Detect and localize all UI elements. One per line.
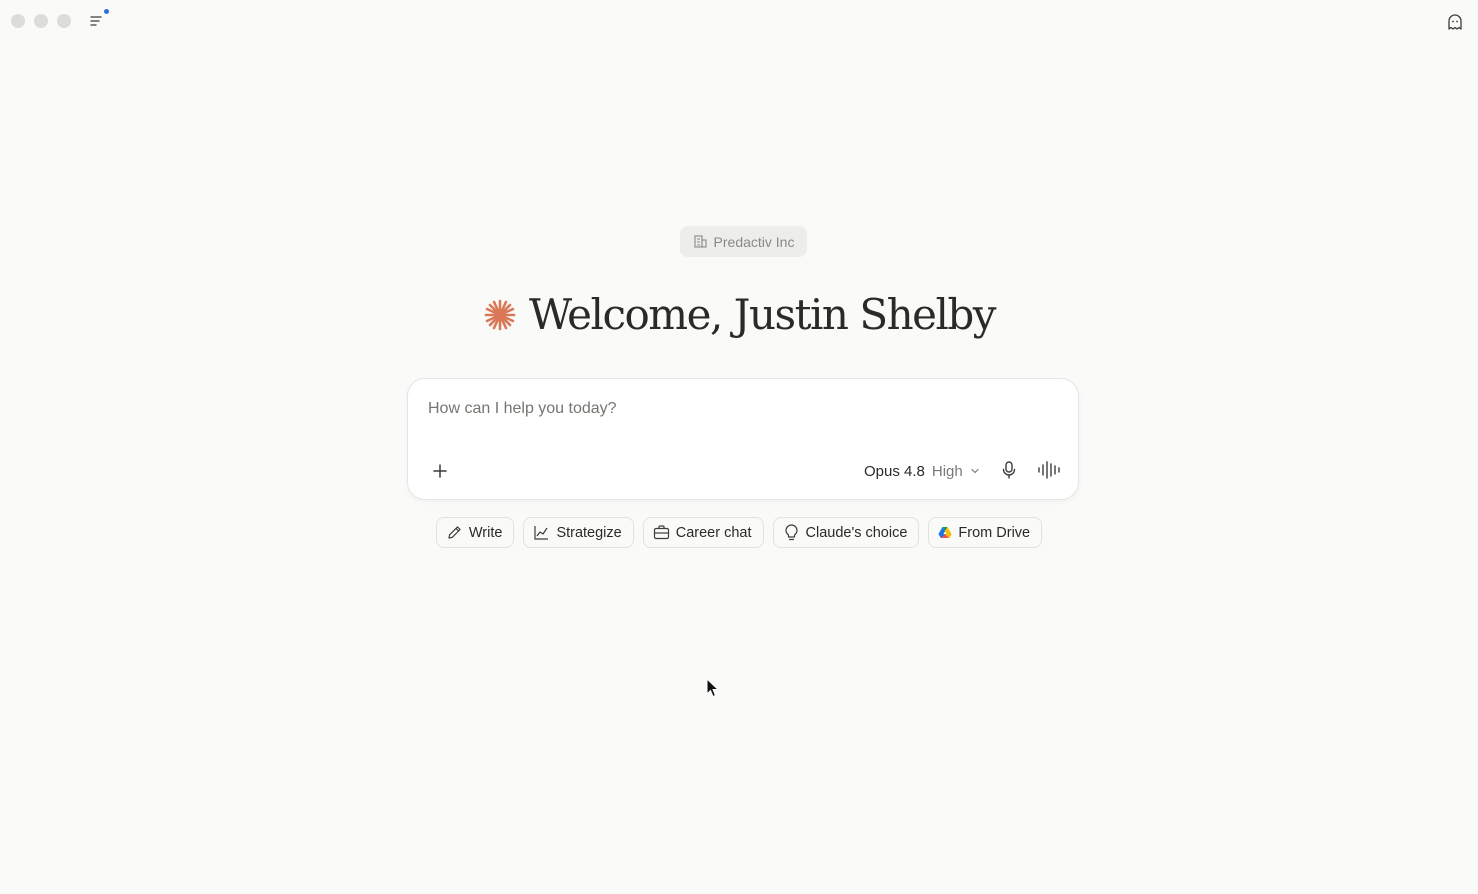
plus-icon: [433, 464, 447, 478]
app-window: Predactiv Inc Welcome, Justin Shelby How…: [0, 0, 1478, 894]
chip-label: From Drive: [958, 524, 1031, 541]
incognito-button[interactable]: [1446, 13, 1464, 31]
message-input[interactable]: [428, 400, 1048, 418]
pencil-icon: [448, 526, 461, 539]
chip-career-chat[interactable]: Career chat: [642, 517, 764, 548]
building-icon: [693, 235, 707, 248]
google-drive-icon: [938, 527, 952, 538]
suggestion-chips: Write Strategize Career chat Claude's ch…: [0, 517, 1478, 548]
chip-label: Write: [468, 524, 503, 541]
welcome-text: Welcome, Justin Shelby: [528, 290, 997, 339]
chip-from-drive[interactable]: From Drive: [928, 517, 1043, 548]
organization-badge[interactable]: Predactiv Inc: [680, 226, 807, 257]
minimize-window-button[interactable]: [34, 14, 48, 28]
microphone-icon: [1002, 461, 1016, 479]
add-attachment-button[interactable]: [430, 461, 450, 481]
sidebar-toggle-button[interactable]: [88, 9, 110, 29]
lightbulb-icon: [784, 524, 798, 541]
chart-icon: [534, 526, 549, 540]
chevron-down-icon: [971, 468, 979, 474]
voice-mode-button[interactable]: [1037, 460, 1061, 480]
notification-dot: [104, 9, 109, 14]
dictation-button[interactable]: [1000, 460, 1018, 480]
close-window-button[interactable]: [11, 14, 25, 28]
chip-write[interactable]: Write: [435, 517, 515, 548]
model-name: Opus 4.8: [864, 462, 925, 480]
claude-logo-icon: [484, 299, 516, 330]
briefcase-icon: [653, 525, 669, 540]
chip-label: Strategize: [556, 524, 622, 541]
organization-name: Predactiv Inc: [713, 233, 795, 250]
mouse-cursor-icon: [706, 678, 720, 698]
chip-label: Claude's choice: [805, 524, 908, 541]
welcome-heading: Welcome, Justin Shelby: [0, 290, 1478, 339]
chip-label: Career chat: [675, 524, 752, 541]
sidebar-toggle-icon: [90, 16, 102, 26]
audio-waveform-icon: [1038, 461, 1060, 479]
window-controls: [11, 14, 71, 28]
chip-strategize[interactable]: Strategize: [523, 517, 634, 548]
maximize-window-button[interactable]: [57, 14, 71, 28]
model-effort: High: [931, 462, 963, 480]
model-selector[interactable]: Opus 4.8 High: [864, 460, 980, 482]
chip-claudes-choice[interactable]: Claude's choice: [772, 517, 920, 548]
message-composer: Opus 4.8 High: [407, 378, 1079, 500]
ghost-icon: [1448, 14, 1462, 30]
